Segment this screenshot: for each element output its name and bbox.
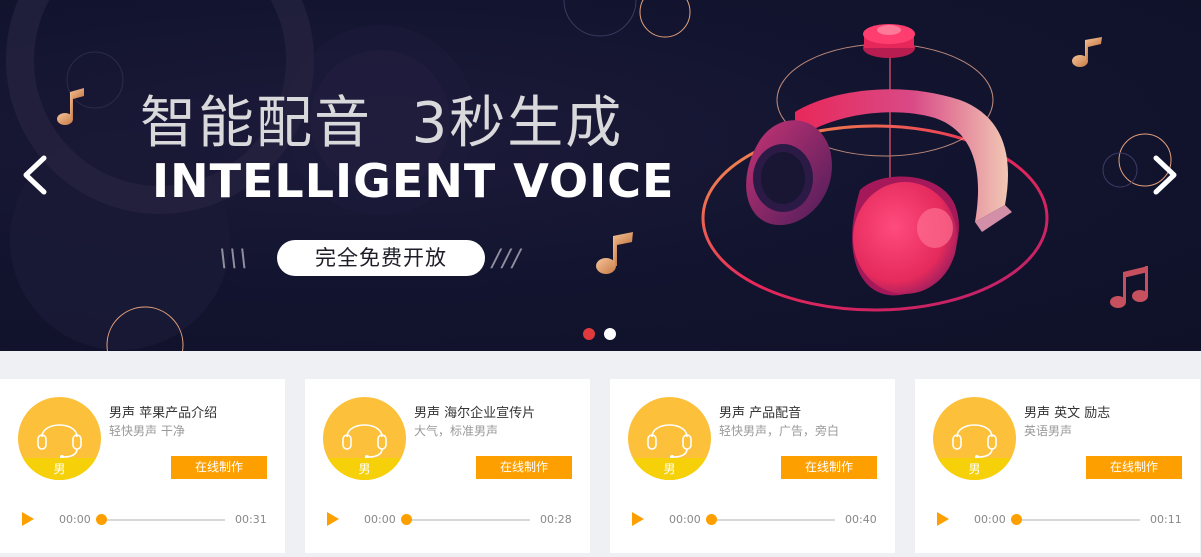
voice-card: 男 男声 海尔企业宣传片 大气，标准男声 在线制作 00:00 00:28 (305, 379, 590, 553)
gender-label: 男 (663, 462, 676, 476)
carousel-dot-1[interactable] (583, 328, 595, 340)
current-time: 00:00 (974, 513, 1006, 526)
progress-track[interactable] (101, 519, 225, 521)
voice-description: 轻快男声，广告，旁白 (719, 424, 840, 438)
total-time: 00:31 (235, 513, 267, 526)
gender-label: 男 (968, 462, 981, 476)
play-icon[interactable] (327, 512, 339, 526)
current-time: 00:00 (59, 513, 91, 526)
voice-sample-list: 男 男声 苹果产品介绍 轻快男声 干净 在线制作 00:00 00:31 男 男… (0, 379, 1201, 557)
voice-avatar: 男 (628, 397, 711, 480)
carousel-indicators (583, 328, 616, 340)
voice-title: 男声 海尔企业宣传片 (414, 406, 536, 421)
headline-primary: 智能配音 (140, 91, 372, 156)
chevron-right-icon (1153, 155, 1177, 195)
play-icon[interactable] (632, 512, 644, 526)
play-icon[interactable] (22, 512, 34, 526)
progress-track[interactable] (406, 519, 530, 521)
voice-avatar: 男 (933, 397, 1016, 480)
total-time: 00:40 (845, 513, 877, 526)
make-online-button[interactable]: 在线制作 (171, 456, 267, 479)
voice-card: 男 男声 产品配音 轻快男声，广告，旁白 在线制作 00:00 00:40 (610, 379, 895, 553)
progress-handle[interactable] (1011, 514, 1022, 525)
voice-avatar: 男 (18, 397, 101, 480)
gender-label: 男 (53, 462, 66, 476)
make-online-button[interactable]: 在线制作 (1086, 456, 1182, 479)
voice-description: 轻快男声 干净 (109, 424, 185, 438)
carousel-prev-button[interactable] (16, 150, 56, 200)
total-time: 00:28 (540, 513, 572, 526)
headline-secondary: 3秒生成 (411, 91, 624, 156)
gender-label: 男 (358, 462, 371, 476)
chevron-left-icon (23, 155, 47, 195)
music-note-icon (1110, 266, 1148, 308)
voice-avatar: 男 (323, 397, 406, 480)
voice-card: 男 男声 苹果产品介绍 轻快男声 干净 在线制作 00:00 00:31 (0, 379, 285, 553)
voice-card: 男 男声 英文 励志 英语男声 在线制作 00:00 00:11 (915, 379, 1200, 553)
carousel-next-button[interactable] (1146, 150, 1186, 200)
music-note-icon (1072, 37, 1102, 67)
carousel-dot-2[interactable] (604, 328, 616, 340)
progress-handle[interactable] (706, 514, 717, 525)
play-icon[interactable] (937, 512, 949, 526)
banner-subtitle: INTELLIGENT VOICE (152, 154, 675, 208)
progress-handle[interactable] (401, 514, 412, 525)
page: 智能配音 3秒生成 INTELLIGENT VOICE \\\ 完全免费开放 /… (0, 0, 1201, 557)
free-badge[interactable]: 完全免费开放 (277, 240, 485, 276)
voice-title: 男声 英文 励志 (1024, 406, 1111, 421)
headset-icon (952, 424, 997, 459)
total-time: 00:11 (1150, 513, 1182, 526)
headset-icon (37, 424, 82, 459)
current-time: 00:00 (364, 513, 396, 526)
headset-icon (647, 424, 692, 459)
music-note-icon (596, 232, 633, 274)
make-online-button[interactable]: 在线制作 (476, 456, 572, 479)
current-time: 00:00 (669, 513, 701, 526)
progress-handle[interactable] (96, 514, 107, 525)
progress-track[interactable] (1016, 519, 1140, 521)
hero-banner[interactable]: 智能配音 3秒生成 INTELLIGENT VOICE \\\ 完全免费开放 /… (0, 0, 1201, 351)
progress-track[interactable] (711, 519, 835, 521)
decor-slashes-right: /// (492, 244, 523, 272)
voice-description: 大气，标准男声 (414, 424, 499, 438)
music-note-icon (57, 88, 84, 125)
banner-headline: 智能配音 3秒生成 (140, 78, 623, 159)
make-online-button[interactable]: 在线制作 (781, 456, 877, 479)
voice-description: 英语男声 (1024, 424, 1073, 438)
voice-title: 男声 苹果产品介绍 (109, 406, 218, 421)
voice-title: 男声 产品配音 (719, 406, 802, 421)
decor-slashes-left: \\\ (219, 244, 250, 272)
headset-icon (342, 424, 387, 459)
